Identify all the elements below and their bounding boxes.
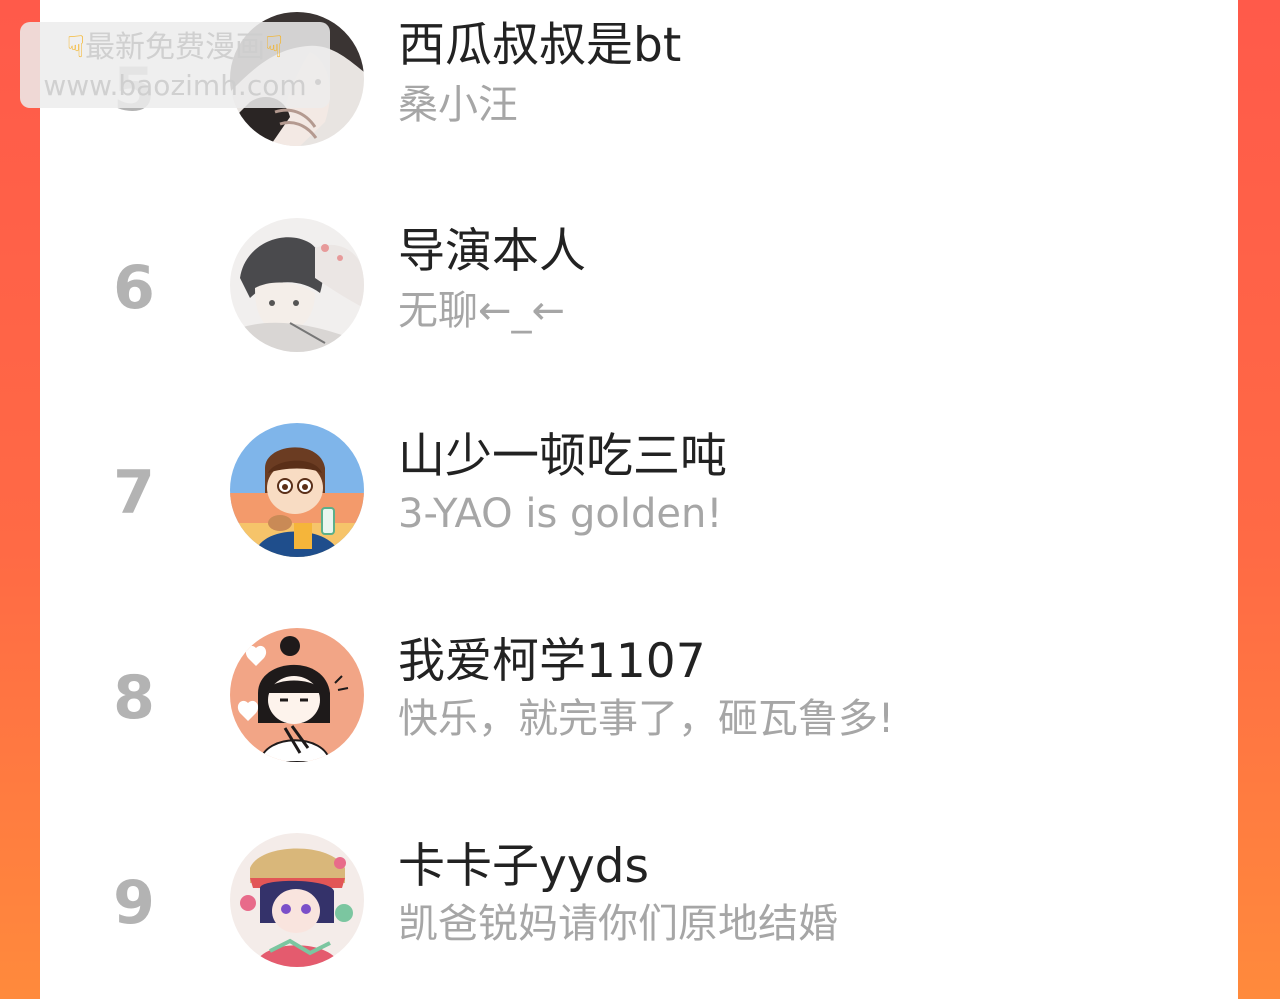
cartoon-boy-drink-avatar-icon[interactable] <box>230 423 364 557</box>
user-signature: 快乐，就完事了，砸瓦鲁多! <box>398 696 895 742</box>
user-name[interactable]: 山少一顿吃三吨 <box>398 429 727 485</box>
user-name[interactable]: 导演本人 <box>398 224 586 280</box>
rank-number: 9 <box>113 868 155 938</box>
user-name[interactable]: 我爱柯学1107 <box>398 634 706 690</box>
ranking-row[interactable]: 6 导演本人 无聊←_← <box>40 210 1238 360</box>
chibi-girl-hearts-avatar-icon[interactable] <box>230 628 364 762</box>
pointing-down-hand-icon: ☟ <box>66 30 85 65</box>
user-name[interactable]: 西瓜叔叔是bt <box>398 18 681 74</box>
rank-number: 7 <box>113 458 155 528</box>
user-signature: 凯爸锐妈请你们原地结婚 <box>398 901 838 947</box>
user-signature: 3-YAO is golden! <box>398 491 723 537</box>
watermark-title: 最新免费漫画 <box>85 30 265 65</box>
site-watermark: ☟最新免费漫画☟ www.baozimh.com <box>20 22 330 108</box>
watermark-title-line: ☟最新免费漫画☟ <box>20 28 330 68</box>
user-signature: 无聊←_← <box>398 288 566 334</box>
pointing-down-hand-icon: ☟ <box>265 30 284 65</box>
ranking-row[interactable]: 9 卡卡子yyds 凯爸锐妈请你们原地结婚 <box>40 825 1238 975</box>
user-signature: 桑小汪 <box>398 82 518 128</box>
fan-ranking-panel: 5 西瓜叔叔是bt 桑小汪 6 <box>40 0 1238 999</box>
sketch-boy-avatar-icon[interactable] <box>230 218 364 352</box>
ranking-row[interactable]: 8 我爱柯学1107 快乐，就完事了，砸瓦鲁多! <box>40 620 1238 770</box>
colorful-anime-boy-avatar-icon[interactable] <box>230 833 364 967</box>
user-name[interactable]: 卡卡子yyds <box>398 839 649 895</box>
rank-number: 6 <box>113 253 155 323</box>
ranking-row[interactable]: 7 山少一顿吃三吨 3-YAO is golden! <box>40 415 1238 565</box>
rank-number: 8 <box>113 663 155 733</box>
watermark-url: www.baozimh.com <box>43 69 307 102</box>
